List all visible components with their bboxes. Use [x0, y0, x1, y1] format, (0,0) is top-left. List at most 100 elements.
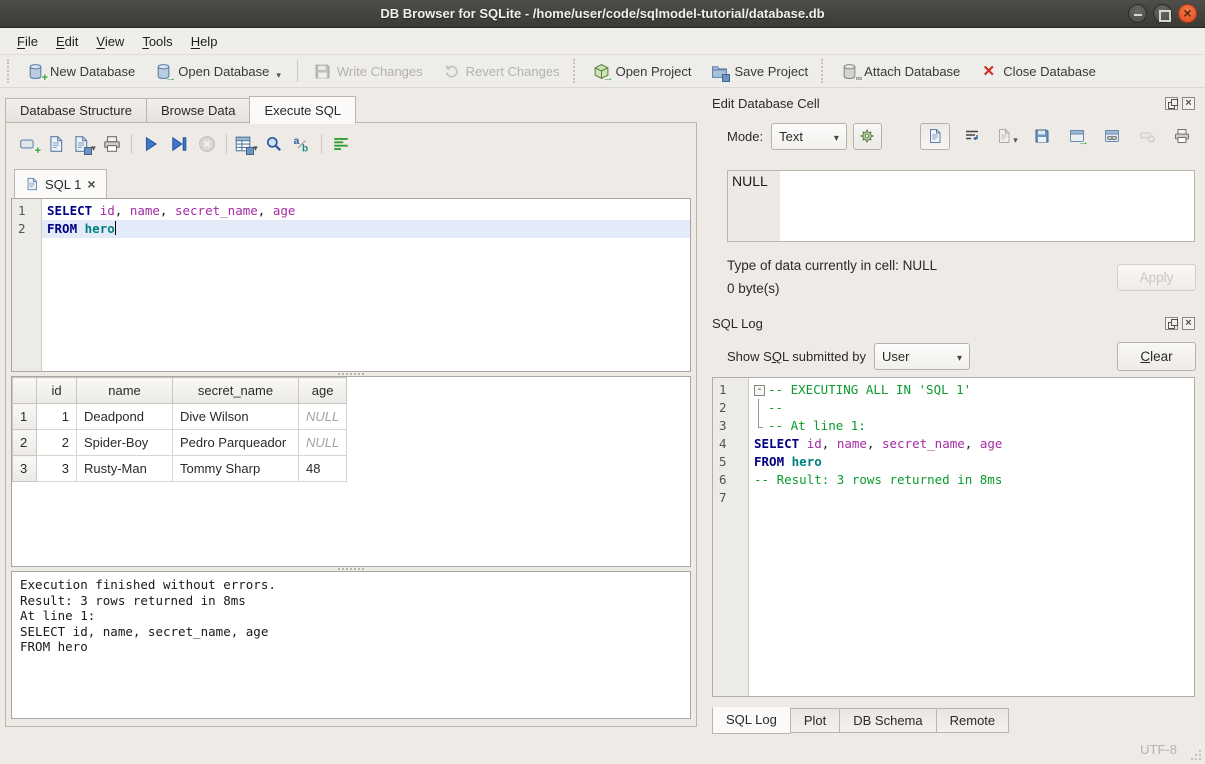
- log-code-area: -- EXECUTING ALL IN 'SQL 1'---- At line …: [749, 378, 1194, 696]
- apply-button[interactable]: Apply: [1117, 264, 1196, 291]
- close-database-button[interactable]: ✕ Close Database: [970, 56, 1106, 87]
- sql-document-icon: [25, 177, 39, 191]
- float-panel-icon[interactable]: [1165, 97, 1178, 110]
- toolbar-separator: [321, 134, 322, 154]
- sql-1-tab[interactable]: SQL 1: [14, 169, 107, 198]
- mode-select[interactable]: Text: [771, 123, 847, 150]
- save-sql-file-button[interactable]: [70, 131, 98, 158]
- auto-format-button[interactable]: [327, 131, 355, 158]
- import-icon: [996, 128, 1012, 144]
- stop-execution-button[interactable]: [193, 131, 221, 158]
- execute-all-icon: [142, 135, 160, 153]
- replace-button[interactable]: [288, 131, 316, 158]
- table-row[interactable]: 2 2 Spider-Boy Pedro Parqueador NULL: [13, 430, 347, 456]
- filter-label: Show SQL submitted by: [727, 349, 866, 364]
- sql-tab-bar: SQL 1: [14, 169, 107, 198]
- toolbar-drag-handle[interactable]: [821, 59, 828, 83]
- sql-editor[interactable]: 12 SELECT id, name, secret_name, ageFROM…: [11, 198, 691, 372]
- menu-file[interactable]: File: [8, 29, 47, 54]
- text-mode-button[interactable]: [920, 123, 950, 150]
- results-grid[interactable]: id name secret_name age 1 1 Deadpond Div…: [11, 376, 691, 567]
- menu-tools[interactable]: Tools: [133, 29, 181, 54]
- print-sql-button[interactable]: [98, 131, 126, 158]
- word-wrap-button[interactable]: [959, 123, 985, 149]
- menu-edit[interactable]: Edit: [47, 29, 87, 54]
- print-cell-button[interactable]: [1169, 123, 1195, 149]
- tab-db-schema[interactable]: DB Schema: [840, 708, 936, 733]
- submitter-select[interactable]: User: [874, 343, 970, 370]
- toolbar-drag-handle[interactable]: [7, 59, 14, 83]
- corner-header-cell[interactable]: [13, 378, 37, 404]
- save-results-icon: [234, 135, 252, 153]
- open-database-icon: →: [155, 63, 172, 80]
- statusbar: UTF-8: [0, 734, 1205, 764]
- editor-code-area[interactable]: SELECT id, name, secret_name, ageFROM he…: [42, 199, 690, 371]
- word-wrap-icon: [964, 128, 980, 144]
- menu-help[interactable]: Help: [182, 29, 227, 54]
- import-data-button[interactable]: [994, 123, 1020, 149]
- menu-view[interactable]: View: [87, 29, 133, 54]
- column-header[interactable]: id: [37, 378, 77, 404]
- open-database-button[interactable]: → Open Database: [145, 56, 291, 87]
- tab-plot[interactable]: Plot: [791, 708, 840, 733]
- execute-line-icon: [170, 135, 188, 153]
- execute-line-button[interactable]: [165, 131, 193, 158]
- export-data-button[interactable]: [1029, 123, 1055, 149]
- minimize-button-icon[interactable]: [1128, 4, 1147, 23]
- print-icon: [103, 135, 121, 153]
- fold-collapse-icon[interactable]: [754, 381, 765, 399]
- stop-icon: [198, 135, 216, 153]
- close-window-button-icon[interactable]: [1178, 4, 1197, 23]
- new-sql-tab-button[interactable]: +: [14, 131, 42, 158]
- close-panel-icon[interactable]: [1182, 97, 1195, 110]
- maximize-button-icon[interactable]: [1153, 4, 1172, 23]
- save-results-button[interactable]: [232, 131, 260, 158]
- write-changes-button[interactable]: Write Changes: [304, 56, 433, 87]
- revert-changes-button[interactable]: Revert Changes: [433, 56, 570, 87]
- encoding-label: UTF-8: [1140, 742, 1177, 757]
- auto-switch-mode-button[interactable]: [853, 123, 882, 150]
- toolbar-drag-handle[interactable]: [573, 59, 580, 83]
- cell-value-editor[interactable]: NULL: [727, 170, 1195, 242]
- attach-database-button[interactable]: ∞ Attach Database: [831, 56, 970, 87]
- window-title: DB Browser for SQLite - /home/user/code/…: [380, 6, 824, 21]
- tab-remote[interactable]: Remote: [937, 708, 1010, 733]
- open-sql-file-button[interactable]: [42, 131, 70, 158]
- table-row[interactable]: 3 3 Rusty-Man Tommy Sharp 48: [13, 456, 347, 482]
- find-button[interactable]: [260, 131, 288, 158]
- close-database-icon: ✕: [980, 63, 997, 80]
- code-line: FROM hero: [749, 453, 1194, 471]
- table-row[interactable]: 1 1 Deadpond Dive Wilson NULL: [13, 404, 347, 430]
- execution-message: Execution finished without errors. Resul…: [11, 571, 691, 719]
- set-null-button[interactable]: [1134, 123, 1160, 149]
- tab-sql-log[interactable]: SQL Log: [712, 707, 791, 734]
- column-header[interactable]: name: [77, 378, 173, 404]
- link-icon: [1104, 128, 1120, 144]
- new-database-button[interactable]: + New Database: [17, 56, 145, 87]
- link-button[interactable]: [1099, 123, 1125, 149]
- column-header[interactable]: age: [299, 378, 347, 404]
- tab-database-structure[interactable]: Database Structure: [5, 98, 146, 123]
- message-line: Execution finished without errors.: [20, 577, 682, 593]
- line-number: 1: [12, 202, 41, 220]
- open-project-button[interactable]: → Open Project: [583, 56, 702, 87]
- execute-all-button[interactable]: [137, 131, 165, 158]
- sql-tab-label: SQL 1: [45, 177, 81, 192]
- sql-toolbar: +: [14, 129, 355, 159]
- text-mode-icon: [927, 128, 943, 144]
- column-header[interactable]: secret_name: [173, 378, 299, 404]
- float-panel-icon[interactable]: [1165, 317, 1178, 330]
- line-number: 2: [713, 399, 748, 417]
- tab-browse-data[interactable]: Browse Data: [146, 98, 249, 123]
- clear-log-button[interactable]: Clear: [1117, 342, 1196, 371]
- cell-value: NULL: [728, 171, 780, 241]
- code-line: FROM hero: [42, 220, 690, 238]
- open-in-external-button[interactable]: →: [1064, 123, 1090, 149]
- resize-grip[interactable]: [1191, 750, 1201, 760]
- message-line: SELECT id, name, secret_name, age: [20, 624, 682, 640]
- tab-execute-sql[interactable]: Execute SQL: [249, 96, 356, 124]
- close-tab-icon[interactable]: [87, 177, 95, 191]
- line-number: 1: [713, 381, 748, 399]
- close-panel-icon[interactable]: [1182, 317, 1195, 330]
- save-project-button[interactable]: Save Project: [701, 56, 818, 87]
